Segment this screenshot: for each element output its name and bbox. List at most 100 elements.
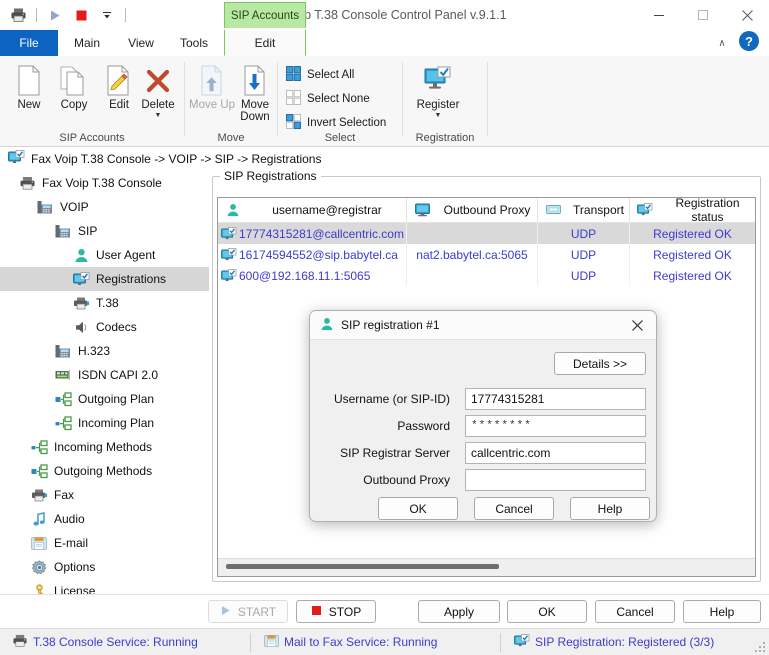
copy-button[interactable]: Copy <box>49 62 99 124</box>
email-icon <box>30 534 48 552</box>
status-sip-registration: SIP Registration: Registered (3/3) <box>506 629 756 655</box>
table-row[interactable]: 600@192.168.11.1:5065 UDP Registered OK <box>218 265 755 286</box>
help-icon[interactable]: ? <box>739 31 759 51</box>
password-input[interactable]: ******** <box>465 415 646 437</box>
invert-selection-button[interactable]: Invert Selection <box>284 112 386 134</box>
tree-item-registrations[interactable]: Registrations <box>0 267 209 291</box>
resize-grip[interactable] <box>755 642 767 654</box>
tree-item-incoming-plan[interactable]: Incoming Plan <box>0 411 209 435</box>
monitor-check-icon <box>514 633 530 651</box>
tab-tools[interactable]: Tools <box>166 30 222 56</box>
tree-item-label: H.323 <box>78 344 111 358</box>
cell-username: 600@192.168.11.1:5065 <box>218 265 407 286</box>
cancel-button[interactable]: Cancel <box>595 600 675 623</box>
username-input[interactable]: 17774315281 <box>465 388 646 410</box>
select-none-label: Select None <box>307 93 370 105</box>
tree-item-sip[interactable]: SIP <box>0 219 209 243</box>
dialog-close-button[interactable] <box>618 311 656 340</box>
column-header-transport[interactable]: Transport <box>538 198 630 222</box>
navigation-tree[interactable]: Fax Voip T.38 Console VOIP SIP User Agen… <box>0 171 209 626</box>
status-text: T.38 Console Service: Running <box>33 635 198 649</box>
tree-item-user-agent[interactable]: User Agent <box>0 243 209 267</box>
select-all-icon <box>286 66 301 84</box>
tree-item-fax[interactable]: Fax <box>0 483 209 507</box>
tree-item-outgoing-plan[interactable]: Outgoing Plan <box>0 387 209 411</box>
stop-button[interactable]: STOP <box>296 600 376 623</box>
delete-button[interactable]: Delete ▼ <box>133 62 183 124</box>
dialog-title-bar: SIP registration #1 <box>310 311 656 340</box>
audio-note-icon <box>30 510 48 528</box>
tree-item-audio[interactable]: Audio <box>0 507 209 531</box>
maximize-button[interactable] <box>681 0 725 30</box>
incoming-plan-icon <box>54 414 72 432</box>
stop-icon <box>311 605 322 619</box>
select-none-button[interactable]: Select None <box>284 88 370 110</box>
minimize-button[interactable] <box>637 0 681 30</box>
column-header-username[interactable]: username@registrar <box>218 198 407 222</box>
outbound-proxy-input[interactable] <box>465 469 646 491</box>
table-row[interactable]: 17774315281@callcentric.com UDP Register… <box>218 223 755 244</box>
tab-main[interactable]: Main <box>58 30 116 56</box>
cell-username: 17774315281@callcentric.com <box>218 223 407 244</box>
dialog-cancel-button[interactable]: Cancel <box>474 497 554 520</box>
window-controls <box>637 0 769 30</box>
tree-item-voip[interactable]: VOIP <box>0 195 209 219</box>
tree-item-email[interactable]: E-mail <box>0 531 209 555</box>
column-header-outbound-proxy[interactable]: Outbound Proxy <box>407 198 538 222</box>
ribbon-group-label-move: Move <box>217 132 245 144</box>
tree-item-outgoing-methods[interactable]: Outgoing Methods <box>0 459 209 483</box>
tree-item-h323[interactable]: H.323 <box>0 339 209 363</box>
register-dropdown-caret-icon[interactable]: ▼ <box>435 112 442 119</box>
sip-registrar-server-input[interactable]: callcentric.com <box>465 442 646 464</box>
tree-item-isdn-capi-20[interactable]: ISDN CAPI 2.0 <box>0 363 209 387</box>
tree-item-fax-voip-t38-console[interactable]: Fax Voip T.38 Console <box>0 171 209 195</box>
outgoing-plan-icon <box>54 390 72 408</box>
printer-icon <box>12 634 28 651</box>
username-label: Username (or SIP-ID) <box>333 392 450 406</box>
collapse-ribbon-button[interactable]: ∧ <box>711 30 733 56</box>
tab-edit[interactable]: Edit <box>224 30 306 56</box>
play-icon <box>220 605 231 619</box>
apply-button[interactable]: Apply <box>418 600 500 623</box>
new-button[interactable]: New <box>4 62 54 124</box>
table-row[interactable]: 16174594552@sip.babytel.ca nat2.babytel.… <box>218 244 755 265</box>
horizontal-scrollbar[interactable] <box>218 558 755 576</box>
register-button[interactable]: Register ▼ <box>413 62 463 124</box>
breadcrumb: Fax Voip T.38 Console -> VOIP -> SIP -> … <box>0 147 769 171</box>
tree-item-incoming-methods[interactable]: Incoming Methods <box>0 435 209 459</box>
ribbon-group-label-sip-accounts: SIP Accounts <box>59 132 125 144</box>
tree-item-label: Registrations <box>96 272 167 286</box>
dialog-ok-button[interactable]: OK <box>378 497 458 520</box>
column-header-registration-status[interactable]: Registration status <box>630 198 755 224</box>
start-button[interactable]: START <box>208 600 288 623</box>
cell-proxy <box>407 265 538 286</box>
status-text: Mail to Fax Service: Running <box>284 635 438 649</box>
close-button[interactable] <box>725 0 769 30</box>
edit-pencil-icon <box>105 62 133 96</box>
cell-transport: UDP <box>538 265 630 286</box>
ok-button[interactable]: OK <box>507 600 587 623</box>
start-button-label: START <box>237 604 277 619</box>
move-up-icon <box>198 62 226 96</box>
select-all-button[interactable]: Select All <box>284 64 354 86</box>
email-icon <box>264 634 279 651</box>
details-button[interactable]: Details >> <box>554 352 646 375</box>
horizontal-scrollbar-thumb[interactable] <box>226 564 499 569</box>
user-icon <box>72 246 90 264</box>
tree-item-label: Audio <box>54 512 85 526</box>
tree-item-t38[interactable]: T.38 <box>0 291 209 315</box>
app-window: Fax Voip T.38 Console Control Panel v.9.… <box>0 0 769 655</box>
sip-registration-dialog: SIP registration #1 Details >> Username … <box>309 310 657 522</box>
tree-item-codecs[interactable]: Codecs <box>0 315 209 339</box>
move-down-button[interactable]: Move Down <box>230 62 280 124</box>
ribbon-group-select: Select All Select None Invert Selection … <box>278 56 402 146</box>
register-button-label: Register <box>416 99 460 111</box>
dialog-help-button[interactable]: Help <box>570 497 650 520</box>
tab-file[interactable]: File <box>0 30 58 56</box>
help-button[interactable]: Help <box>683 600 761 623</box>
contextual-tab-group-sip-accounts[interactable]: SIP Accounts <box>224 2 306 28</box>
new-document-icon <box>16 62 42 96</box>
tab-view[interactable]: View <box>116 30 166 56</box>
delete-dropdown-caret-icon[interactable]: ▼ <box>155 112 162 119</box>
tree-item-options[interactable]: Options <box>0 555 209 579</box>
